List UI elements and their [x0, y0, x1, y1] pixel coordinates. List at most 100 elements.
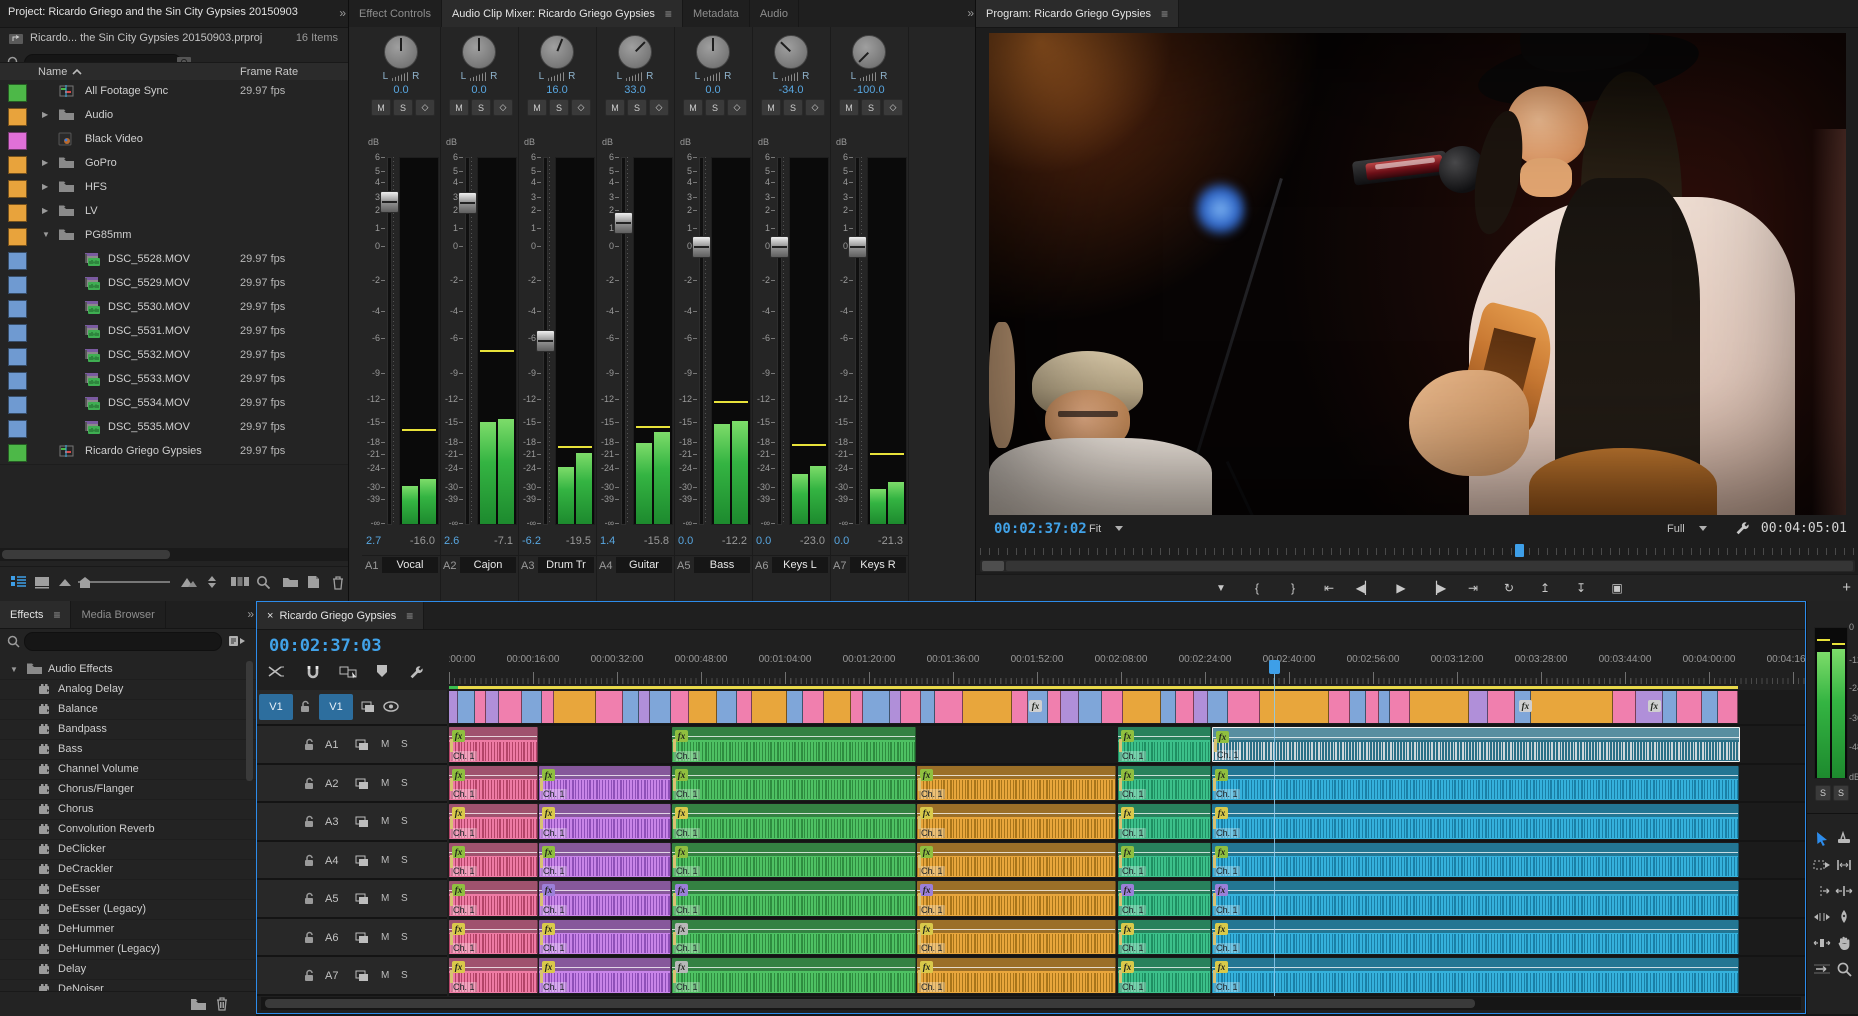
video-clip-segment[interactable] — [1079, 691, 1102, 723]
rolling-edit-tool[interactable] — [1835, 884, 1853, 898]
audio-clip[interactable]: fxCh. 1 — [1212, 843, 1739, 878]
item-label[interactable]: Ricardo Griego Gypsies — [85, 445, 202, 457]
zoom-out-button[interactable] — [58, 575, 72, 587]
item-label[interactable]: DSC_5532.MOV — [108, 349, 190, 361]
effect-item-row[interactable]: Chorus — [0, 799, 256, 820]
volume-rubber-band[interactable] — [539, 967, 670, 968]
volume-rubber-band[interactable] — [672, 852, 915, 853]
label-color-chip[interactable] — [8, 420, 27, 438]
audio-clip[interactable]: fxCh. 1 — [539, 958, 671, 993]
list-view-button[interactable] — [10, 575, 27, 589]
sync-lock-icon[interactable] — [355, 739, 369, 751]
fader-value[interactable]: -6.2 — [522, 535, 541, 547]
pan-value[interactable]: -34.0 — [752, 84, 830, 96]
fader-handle[interactable] — [458, 192, 477, 214]
snap-magnet-icon[interactable] — [305, 664, 321, 680]
project-item-row[interactable]: ▶GoPro — [0, 152, 348, 177]
item-label[interactable]: DSC_5530.MOV — [108, 301, 190, 313]
label-color-chip[interactable] — [8, 396, 27, 414]
effect-item-row[interactable]: Delay — [0, 959, 256, 980]
audio-clip[interactable]: fxCh. 1 — [672, 766, 916, 801]
volume-rubber-band[interactable] — [672, 929, 915, 930]
video-clip-segment[interactable] — [1350, 691, 1366, 723]
label-color-chip[interactable] — [8, 132, 27, 150]
audio-clip[interactable]: fxCh. 1 — [1212, 766, 1739, 801]
keyframe-button[interactable]: ◇ — [805, 99, 825, 116]
item-label[interactable]: LV — [85, 205, 98, 217]
video-clip-segment[interactable] — [824, 691, 850, 723]
volume-rubber-band[interactable] — [917, 929, 1115, 930]
project-item-row[interactable]: ▶HFS — [0, 176, 348, 201]
video-clip-segment[interactable] — [1048, 691, 1061, 723]
video-clip-segment[interactable] — [1061, 691, 1079, 723]
audio-clip[interactable]: fxCh. 1 — [539, 881, 671, 916]
video-clip-segment[interactable] — [1208, 691, 1228, 723]
volume-rubber-band[interactable] — [672, 890, 915, 891]
label-color-chip[interactable] — [8, 276, 27, 294]
item-label[interactable]: GoPro — [85, 157, 117, 169]
column-name[interactable]: Name — [38, 66, 67, 78]
track-mute-button[interactable]: M — [381, 778, 389, 789]
ripple-edit-tool[interactable] — [1813, 884, 1831, 898]
track-solo-button[interactable]: S — [401, 932, 408, 943]
project-item-row[interactable]: DSC_5532.MOV29.97 fps — [0, 344, 348, 369]
video-clip-segment[interactable] — [1123, 691, 1161, 723]
timeline-ruler[interactable]: 00:00:00:0000:00:16:0000:00:32:0000:00:4… — [449, 652, 1805, 684]
volume-rubber-band[interactable] — [1212, 929, 1738, 930]
audio-clip[interactable]: fxCh. 1 — [1118, 881, 1211, 916]
panel-overflow-icon[interactable]: » — [247, 607, 252, 621]
video-clip-segment[interactable] — [1161, 691, 1176, 723]
find-button[interactable] — [256, 575, 271, 589]
source-v1-button[interactable]: V1 — [259, 694, 293, 720]
solo-left-button[interactable]: S — [1815, 785, 1831, 801]
linked-selection-icon[interactable] — [339, 664, 359, 680]
v1-clip-strip[interactable] — [449, 691, 1738, 723]
audio-clip[interactable]: fxCh. 1 — [672, 958, 916, 993]
video-clip-segment[interactable] — [803, 691, 824, 723]
video-clip-segment[interactable] — [1677, 691, 1702, 723]
volume-rubber-band[interactable] — [539, 852, 670, 853]
volume-rubber-band[interactable] — [917, 890, 1115, 891]
lock-icon[interactable] — [303, 969, 315, 982]
audio-clip[interactable]: fxCh. 1 — [1118, 804, 1211, 839]
video-clip-segment[interactable] — [752, 691, 787, 723]
volume-rubber-band[interactable] — [917, 967, 1115, 968]
video-clip-segment[interactable] — [1390, 691, 1410, 723]
effects-filter-icon[interactable] — [228, 634, 246, 648]
volume-rubber-band[interactable] — [672, 775, 915, 776]
audio-clip[interactable]: fxCh. 1 — [539, 843, 671, 878]
project-item-row[interactable]: All Footage Sync29.97 fps — [0, 80, 348, 105]
trim-tool[interactable] — [1835, 858, 1853, 872]
audio-clip[interactable]: fxCh. 1 — [1118, 920, 1211, 955]
track-mute-button[interactable]: M — [381, 893, 389, 904]
razor-tool[interactable] — [1836, 831, 1852, 847]
twirl-closed-icon[interactable]: ▶ — [42, 110, 48, 119]
track-mute-button[interactable]: M — [381, 855, 389, 866]
mute-button[interactable]: M — [371, 99, 391, 116]
audio-clip[interactable]: fxCh. 1 — [672, 727, 916, 762]
track-select-forward-tool[interactable] — [1813, 858, 1831, 872]
project-file-name[interactable]: Ricardo... the Sin City Gypsies 20150903… — [30, 32, 262, 44]
audio-clip[interactable]: fxCh. 1 — [917, 766, 1116, 801]
audio-clip[interactable]: fxCh. 1 — [449, 881, 538, 916]
fader-value[interactable]: 0.0 — [834, 535, 849, 547]
audio-clip[interactable]: fxCh. 1 — [1118, 727, 1211, 762]
video-clip-segment[interactable] — [671, 691, 689, 723]
project-item-row[interactable]: DSC_5533.MOV29.97 fps — [0, 368, 348, 393]
effect-item-row[interactable]: Analog Delay — [0, 679, 256, 700]
timeline-hscrollbar[interactable] — [261, 997, 1801, 1010]
lock-icon[interactable] — [303, 854, 315, 867]
project-item-row[interactable]: DSC_5529.MOV29.97 fps — [0, 272, 348, 297]
track-solo-button[interactable]: S — [401, 893, 408, 904]
column-frame-rate[interactable]: Frame Rate — [240, 66, 298, 78]
zoom-slider[interactable] — [78, 575, 174, 589]
pan-value[interactable]: 0.0 — [362, 84, 440, 96]
track-id-label[interactable]: A7 — [325, 970, 338, 982]
pan-knob[interactable] — [540, 35, 574, 69]
video-clip-segment[interactable] — [458, 691, 474, 723]
item-label[interactable]: Audio — [85, 109, 113, 121]
sync-lock-icon[interactable] — [355, 816, 369, 828]
sync-lock-icon[interactable] — [355, 932, 369, 944]
pan-value[interactable]: 0.0 — [440, 84, 518, 96]
lock-icon[interactable] — [303, 738, 315, 751]
